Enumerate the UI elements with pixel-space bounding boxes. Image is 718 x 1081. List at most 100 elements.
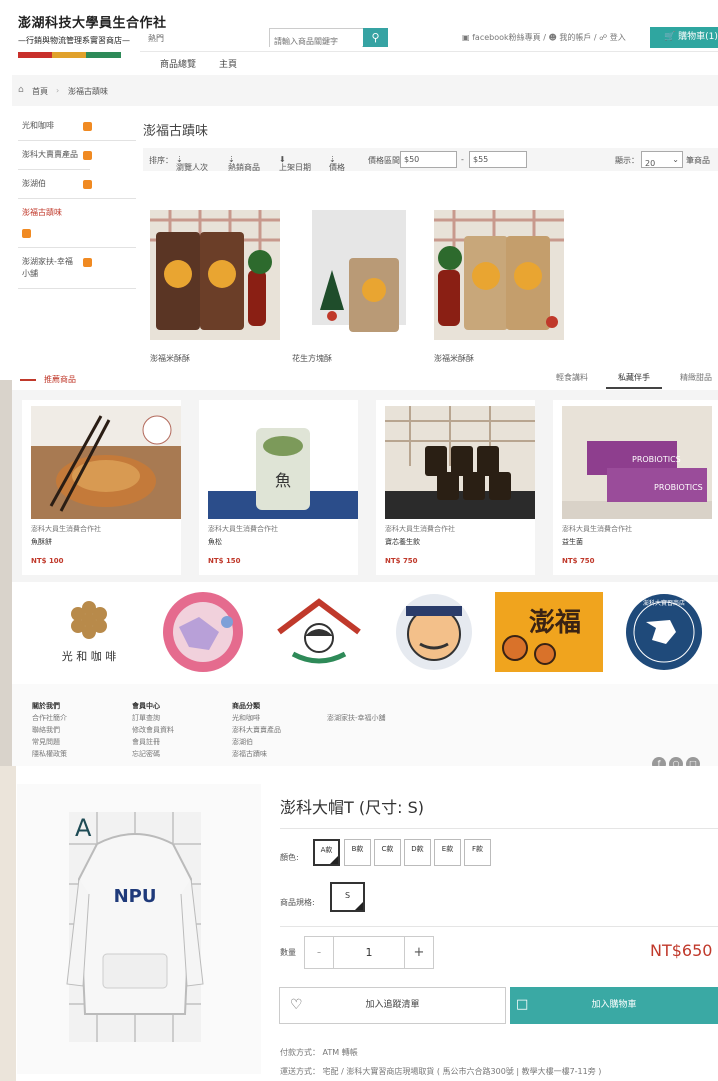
spec-option-s[interactable]: S [330,882,365,912]
product-image[interactable] [150,210,280,340]
rss-icon[interactable] [83,122,92,131]
quantity-input[interactable]: 1 [333,936,405,969]
footer-link[interactable]: 聯絡我們 [32,724,67,736]
footer-link[interactable]: 澎科大賣賣產品 [232,724,281,736]
recommend-card[interactable]: 澎科大員生消費合作社 魚酥餅 NT$ 100 [22,400,181,575]
range-dash: - [461,155,464,164]
footer-column-about: 關於我們 合作社簡介 聯絡我們 常見問題 隱私權政策 [32,700,67,760]
breadcrumb-home[interactable]: 首頁 [32,86,48,97]
product-name[interactable]: 魚酥餅 [31,537,52,547]
user-icon: ☻ [548,33,557,42]
rss-icon[interactable] [83,180,92,189]
facebook-link[interactable]: facebook粉絲專頁 [472,33,541,42]
color-option-c[interactable]: C款 [374,839,401,866]
quantity-increase-button[interactable]: + [404,936,434,969]
product-price: NT$ 750 [385,557,418,565]
sort-bestselling[interactable]: 熱銷商品 ⇣ [228,155,260,172]
recommend-title: 推薦商品 [44,375,76,384]
rss-icon[interactable] [83,151,92,160]
footer-link[interactable]: 忘記密碼 [132,748,174,760]
footer-link[interactable]: 會員註冊 [132,736,174,748]
price-max-input[interactable]: $55 [469,151,527,168]
partner-logo-npu-store[interactable]: 澎科大實習商店 [610,592,718,672]
account-link[interactable]: 我的帳戶 [559,33,591,42]
search-button[interactable]: ⚲ [363,28,388,47]
product-image[interactable] [434,210,564,340]
tab-light-food[interactable]: 輕食講料 [556,372,588,383]
sort-price[interactable]: 價格 ⇣ [329,155,345,172]
partner-logo-coffee[interactable]: 光 和 咖 啡 [35,592,143,672]
partner-logo-penghu-bo[interactable] [380,592,488,672]
quantity-decrease-button[interactable]: - [304,936,334,969]
footer-link[interactable]: 修改會員資料 [132,724,174,736]
add-cart-label: 加入購物車 [591,1000,637,1010]
product-main-image[interactable]: NPU A [17,784,261,1074]
shipping-method: 運送方式： 宅配 / 澎科大實習商店現場取貨 ( 馬公市六合路300號 | 教學… [280,1067,602,1076]
sidebar-item[interactable]: 澎湖伯 [18,170,136,199]
recommend-card[interactable]: 澎科大員生消費合作社 寶芯養生飲 NT$ 750 [376,400,535,575]
product-name[interactable]: 寶芯養生飲 [385,537,420,547]
nav-divider [140,51,718,52]
footer-link[interactable]: 澎福古蹟味 [232,748,281,760]
nav-products[interactable]: 商品總覽 [160,57,196,70]
tab-dessert[interactable]: 精緻甜品 [680,372,712,383]
add-to-cart-button[interactable]: □ 加入購物車 [510,987,718,1024]
footer-link[interactable]: 澎湖伯 [232,736,281,748]
product-name[interactable]: 澎福米酥酥 [150,353,190,364]
sidebar-item-label: 澎福古蹟味 [22,208,62,217]
footer-link[interactable]: 常見問題 [32,736,67,748]
partner-logo-family[interactable] [265,592,373,672]
nav-home[interactable]: 主頁 [219,57,237,70]
sidebar-item[interactable]: 光和咖啡 [18,112,136,141]
footer-link[interactable]: 合作社簡介 [32,712,67,724]
product-image[interactable]: PROBIOTICS PROBIOTICS [562,406,712,519]
cart-button[interactable]: 🛒 購物車(1) [650,27,718,48]
footer-link[interactable]: 光和咖啡 [232,712,281,724]
color-option-f[interactable]: F款 [464,839,491,866]
background-strip [0,380,12,766]
product-card[interactable]: 花生方塊酥 [285,198,427,368]
sidebar-item[interactable]: 澎湖家扶-幸福小舖 [18,248,136,289]
product-name[interactable]: 魚松 [208,537,222,547]
per-page-select[interactable]: 20 ⌄ [641,151,683,168]
home-icon[interactable]: ⌂ [18,85,24,95]
recommend-card[interactable]: PROBIOTICS PROBIOTICS 澎科大員生消費合作社 益生菌 NT$ … [553,400,718,575]
search-input[interactable] [270,33,362,50]
partner-logo-women-center[interactable] [149,592,257,672]
color-option-e[interactable]: E款 [434,839,461,866]
quantity-label: 數量 [280,948,296,957]
product-card[interactable]: 澎福米酥酥 [427,198,569,368]
sort-date[interactable]: 上架日期 ⬇ [279,155,311,172]
logo-title: 澎湖科技大學員生合作社 [18,16,167,31]
add-to-wishlist-button[interactable]: ♡ 加入追蹤清單 [279,987,506,1024]
product-image[interactable] [31,406,181,519]
color-option-b[interactable]: B款 [344,839,371,866]
product-name[interactable]: 益生菌 [562,537,583,547]
product-name[interactable]: 澎福米酥酥 [434,353,474,364]
sort-views[interactable]: 瀏覽人次 ⇣ [176,155,208,172]
color-option-d[interactable]: D款 [404,839,431,866]
product-card[interactable]: 澎福米酥酥 [143,198,285,368]
recommend-card[interactable]: 魚 澎科大員生消費合作社 魚松 NT$ 150 [199,400,358,575]
partner-logo-pengfu[interactable]: 澎福 [495,592,603,672]
sidebar-item[interactable]: 澎科大賣賣產品 [18,141,92,170]
cart-label: 購物車(1) [678,32,718,42]
rss-icon[interactable] [22,229,31,238]
page: { "header": { "logo_line1": "澎湖科技大學員生合作社… [0,0,718,1081]
partner-logo-text: 光 和 咖 啡 [61,650,117,663]
product-image[interactable] [292,210,422,340]
site-logo[interactable]: 澎湖科技大學員生合作社 —行銷與物流管理系實習商店— [18,12,167,58]
login-link[interactable]: 登入 [610,33,626,42]
tab-souvenir[interactable]: 私藏伴手 [606,372,662,389]
sidebar-item[interactable]: 澎福古蹟味 [18,199,136,248]
product-name[interactable]: 花生方塊酥 [292,353,332,364]
product-image[interactable]: 魚 [208,406,358,519]
footer-link[interactable]: 訂單查詢 [132,712,174,724]
color-option-a[interactable]: A款 [313,839,340,866]
footer-link[interactable]: 澎湖家扶-幸福小舖 [327,712,386,724]
price-min-input[interactable]: $50 [400,151,457,168]
product-image[interactable] [385,406,535,519]
sidebar-item-label: 澎湖伯 [22,179,46,188]
footer-link[interactable]: 隱私權政策 [32,748,67,760]
rss-icon[interactable] [83,258,92,267]
